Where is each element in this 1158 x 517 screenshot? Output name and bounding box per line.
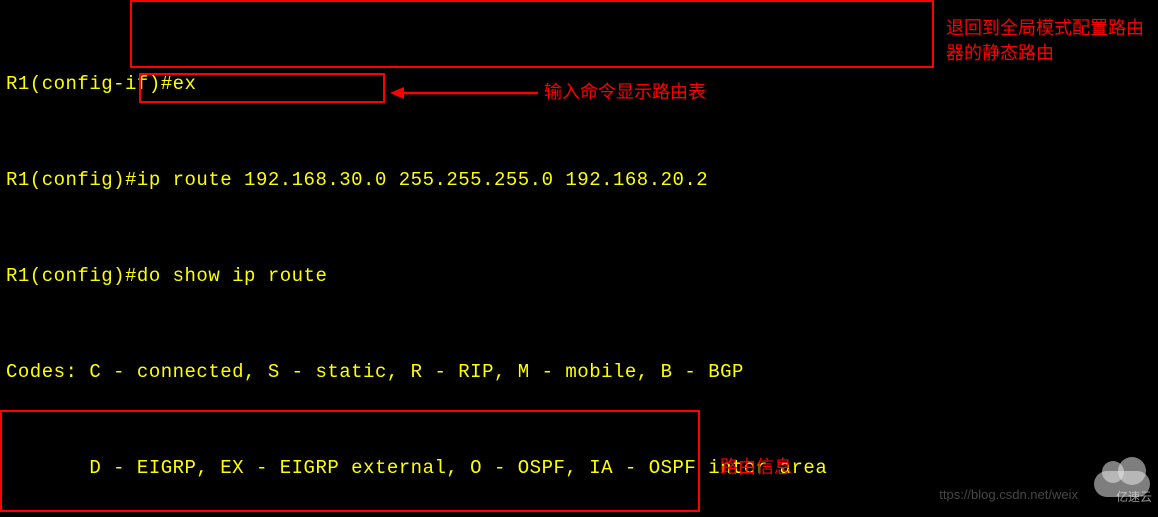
annotation-top: 退回到全局模式配置路由器的静态路由 <box>946 16 1146 66</box>
watermark-text: ttps://blog.csdn.net/weix <box>939 479 1078 511</box>
annotation-bot: 路由信息 <box>720 455 792 480</box>
terminal-line: Codes: C - connected, S - static, R - RI… <box>6 356 1152 388</box>
terminal-line: R1(config)#ip route 192.168.30.0 255.255… <box>6 164 1152 196</box>
terminal-output: R1(config-if)#ex R1(config)#ip route 192… <box>0 0 1158 517</box>
annotation-mid: 输入命令显示路由表 <box>544 80 706 105</box>
logo-group: 亿速云 <box>1080 467 1152 513</box>
terminal-line: R1(config)#do show ip route <box>6 260 1152 292</box>
logo-text: 亿速云 <box>1116 481 1152 513</box>
